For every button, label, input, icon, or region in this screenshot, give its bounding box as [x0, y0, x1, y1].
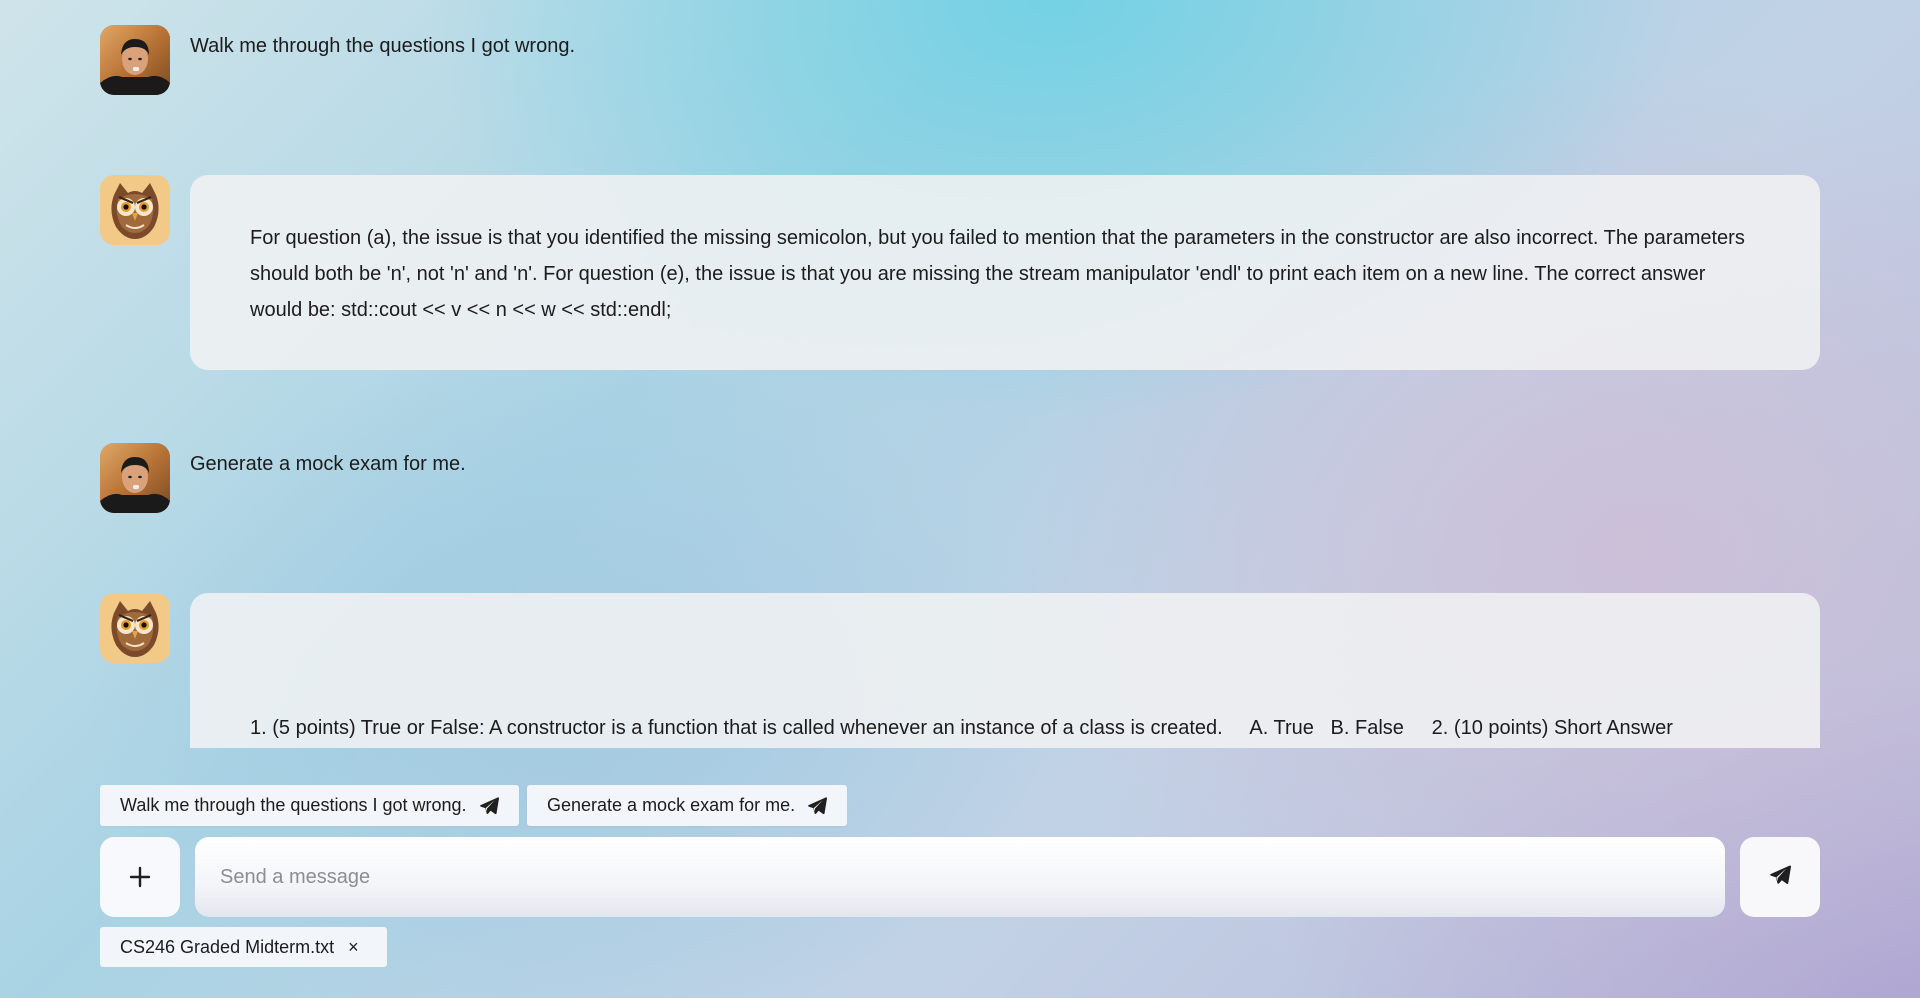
message-text: Generate a mock exam for me.: [190, 453, 466, 475]
user-avatar: [100, 25, 170, 95]
message-text: For question (a), the issue is that you …: [250, 227, 1745, 321]
message-text: 1. (5 points) True or False: A construct…: [250, 717, 1673, 739]
message-bubble: For question (a), the issue is that you …: [190, 175, 1820, 370]
suggestion-chip[interactable]: Generate a mock exam for me.: [527, 785, 848, 826]
send-button[interactable]: [1740, 837, 1820, 917]
message-input[interactable]: [195, 837, 1725, 917]
suggestion-label: Generate a mock exam for me.: [547, 795, 796, 815]
owl-avatar: [100, 175, 170, 245]
attachment-filename: CS246 Graded Midterm.txt: [120, 936, 335, 957]
suggestion-chip[interactable]: Walk me through the questions I got wron…: [100, 785, 519, 826]
message-bubble: 1. (5 points) True or False: A construct…: [190, 593, 1820, 748]
message-input-container: [195, 837, 1725, 917]
attach-button[interactable]: [100, 837, 180, 917]
message-text: Walk me through the questions I got wron…: [190, 35, 576, 57]
attachment-chip: CS246 Graded Midterm.txt ×: [100, 927, 387, 967]
paper-plane-icon: [479, 796, 499, 816]
suggestion-label: Walk me through the questions I got wron…: [120, 795, 467, 815]
chat-thread: Walk me through the questions I got wron…: [0, 0, 1920, 748]
owl-avatar: [100, 593, 170, 663]
user-avatar: [100, 443, 170, 513]
paper-plane-icon: [1769, 864, 1791, 891]
paper-plane-icon: [807, 796, 827, 816]
plus-icon: [129, 866, 151, 888]
close-icon[interactable]: ×: [348, 937, 359, 958]
